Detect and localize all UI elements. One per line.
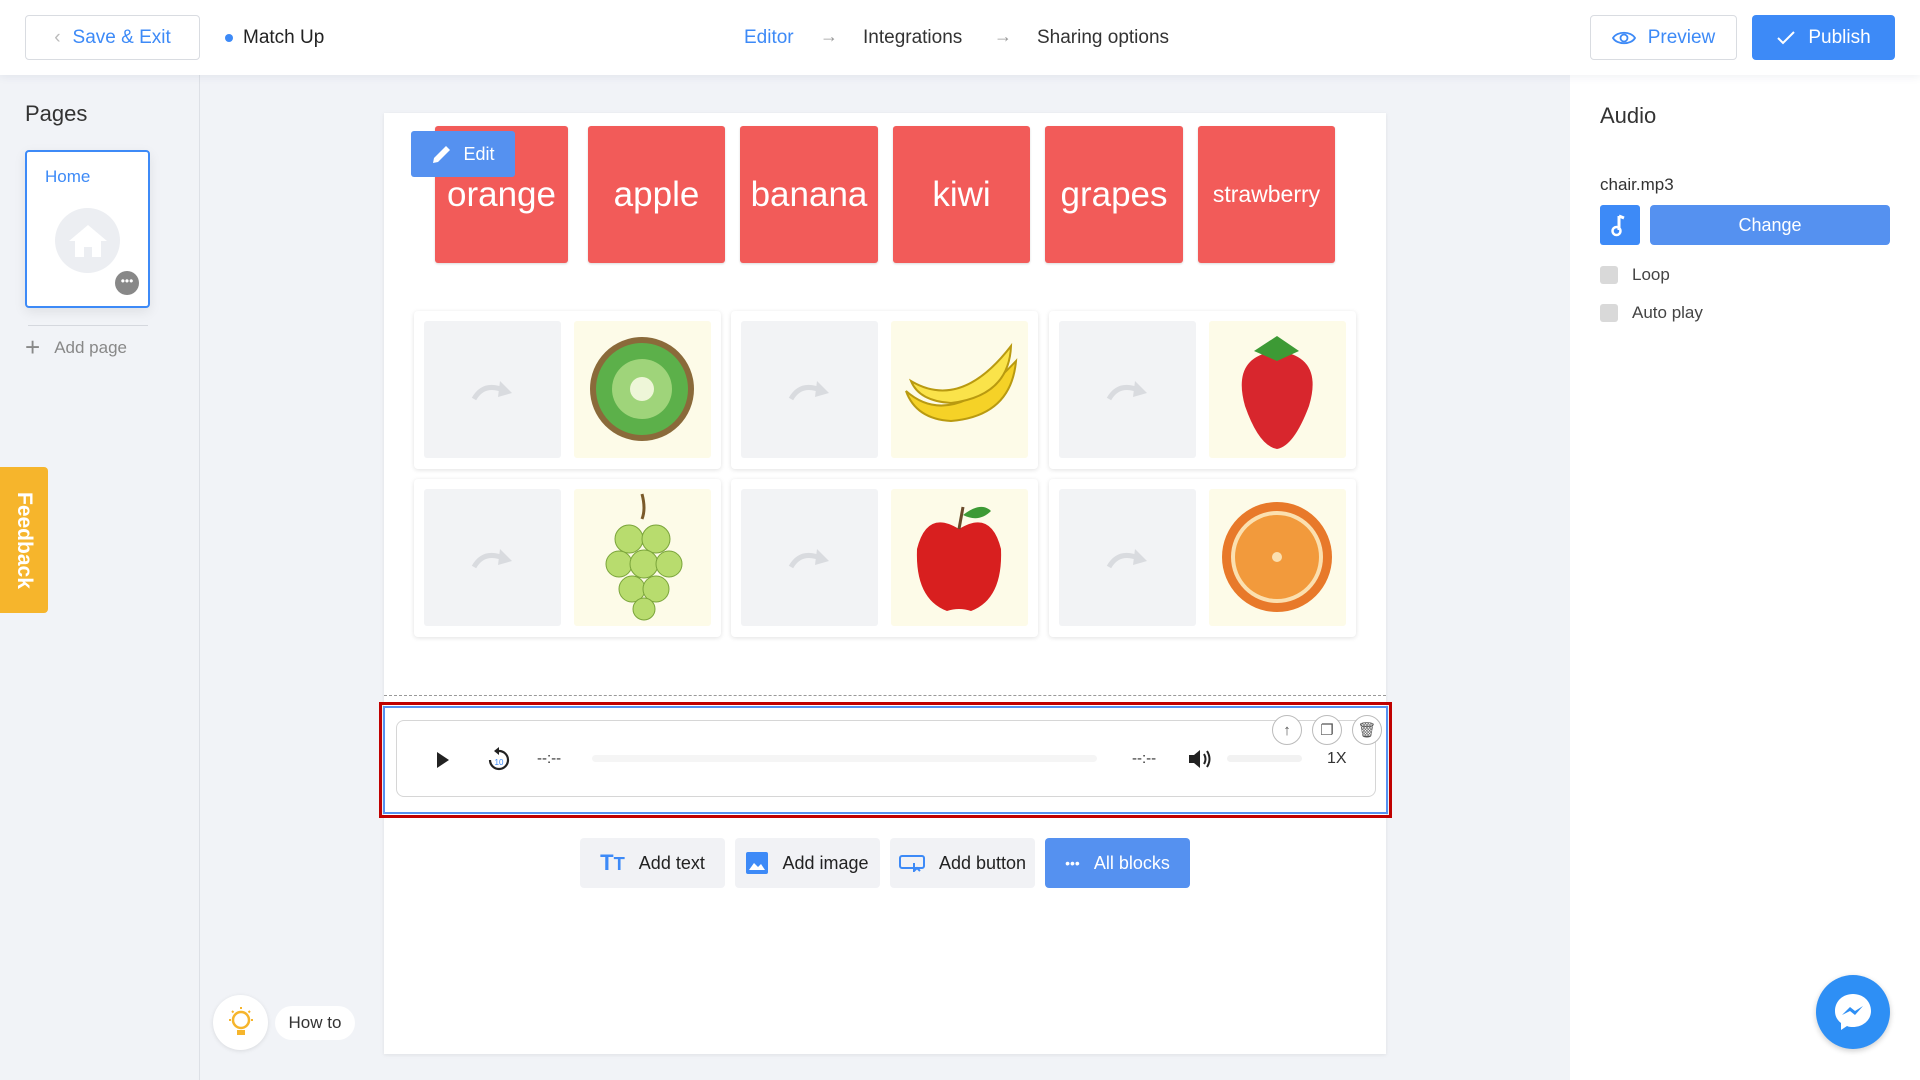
label-tile-strawberry[interactable]: strawberry — [1198, 126, 1335, 263]
volume-icon[interactable] — [1187, 747, 1213, 771]
move-up-icon[interactable]: ↑ — [1272, 715, 1302, 745]
status-dot — [225, 34, 233, 42]
lightbulb-icon[interactable] — [213, 995, 268, 1050]
add-button-button[interactable]: Add button — [890, 838, 1035, 888]
pages-title: Pages — [25, 101, 88, 126]
label-tile-apple[interactable]: apple — [588, 126, 725, 263]
eye-icon — [1611, 31, 1636, 44]
duplicate-icon[interactable]: ❐ — [1312, 715, 1342, 745]
replay-10-icon[interactable]: 10 — [487, 746, 511, 772]
arrow-right-icon: → — [994, 26, 1012, 46]
redo-arrow-icon — [788, 548, 829, 568]
all-blocks-button[interactable]: ••• All blocks — [1045, 838, 1190, 888]
step-sharing-options[interactable]: Sharing options — [1037, 27, 1169, 49]
current-time: --:-- — [537, 750, 562, 767]
button-icon — [898, 855, 925, 872]
text-icon: TT — [600, 850, 625, 875]
top-bar: ‹ Save & Exit Match Up Editor → Integrat… — [0, 0, 1920, 75]
editor-canvas: orange apple banana kiwi grapes strawberry Ed… — [379, 113, 1392, 1054]
redo-arrow-icon — [1106, 548, 1147, 568]
drop-zone[interactable] — [1059, 321, 1196, 458]
page-thumbnail-home[interactable]: Home ••• — [25, 150, 150, 308]
audio-player: 10 --:-- --:-- 1X — [396, 720, 1376, 797]
drop-zone[interactable] — [741, 321, 878, 458]
play-icon[interactable] — [435, 750, 451, 770]
drop-zone[interactable] — [424, 321, 561, 458]
page-label: Home — [45, 167, 91, 186]
svg-text:10: 10 — [495, 758, 504, 767]
match-pair-card — [1049, 479, 1356, 637]
step-integrations[interactable]: Integrations — [863, 27, 962, 49]
drop-zone[interactable] — [424, 489, 561, 626]
match-pair-card — [414, 479, 721, 637]
drop-zone[interactable] — [741, 489, 878, 626]
fruit-image-kiwi[interactable] — [574, 321, 711, 458]
audio-file-name: chair.mp3 — [1600, 175, 1674, 194]
label-tile-grapes[interactable]: grapes — [1045, 126, 1183, 263]
total-time: --:-- — [1132, 750, 1157, 767]
publish-button[interactable]: Publish — [1752, 15, 1895, 60]
add-text-button[interactable]: TT Add text — [580, 838, 725, 888]
chevron-left-icon: ‹ — [54, 26, 61, 48]
check-icon — [1777, 30, 1796, 44]
music-file-icon — [1600, 205, 1640, 245]
drop-zone[interactable] — [1059, 489, 1196, 626]
redo-arrow-icon — [1106, 380, 1147, 400]
fruit-image-orange[interactable] — [1209, 489, 1346, 626]
audio-block-selected[interactable]: 10 --:-- --:-- 1X ↑ ❐ 🗑 — [379, 702, 1392, 818]
messenger-chat-button[interactable] — [1816, 975, 1890, 1049]
redo-arrow-icon — [788, 380, 829, 400]
loop-checkbox[interactable]: Loop — [1600, 265, 1670, 285]
properties-panel: Audio chair.mp3 Change Loop Auto play — [1570, 75, 1920, 1080]
add-image-button[interactable]: Add image — [735, 838, 880, 888]
fruit-image-apple[interactable] — [891, 489, 1028, 626]
fruit-image-banana[interactable] — [891, 321, 1028, 458]
more-icon: ••• — [1065, 855, 1080, 871]
match-pair-card — [731, 311, 1038, 469]
arrow-right-icon: → — [820, 26, 838, 46]
trash-icon[interactable]: 🗑 — [1352, 715, 1382, 745]
match-pair-card — [731, 479, 1038, 637]
save-exit-button[interactable]: ‹ Save & Exit — [25, 15, 200, 60]
match-pair-card — [414, 311, 721, 469]
divider — [28, 325, 148, 326]
pencil-icon — [433, 146, 451, 163]
checkbox[interactable] — [1600, 304, 1618, 322]
image-icon — [746, 852, 769, 874]
volume-slider[interactable] — [1227, 755, 1302, 762]
fruit-image-grapes[interactable] — [574, 489, 711, 626]
step-editor[interactable]: Editor — [744, 27, 794, 49]
fruit-image-strawberry[interactable] — [1209, 321, 1346, 458]
page-more-icon[interactable]: ••• — [115, 271, 139, 295]
redo-arrow-icon — [471, 380, 512, 400]
label-tile-banana[interactable]: banana — [740, 126, 878, 263]
messenger-icon — [1835, 994, 1871, 1030]
change-audio-button[interactable]: Change — [1650, 205, 1890, 245]
home-icon — [55, 208, 120, 273]
panel-title: Audio — [1600, 103, 1657, 128]
progress-bar[interactable] — [592, 755, 1097, 762]
project-title: Match Up — [243, 27, 325, 48]
redo-arrow-icon — [471, 548, 512, 568]
plus-icon: + — [25, 332, 41, 362]
checkbox[interactable] — [1600, 266, 1618, 284]
section-divider — [384, 695, 1386, 696]
edit-button[interactable]: Edit — [411, 131, 515, 177]
how-to-button[interactable]: How to — [275, 1006, 355, 1040]
label-tile-kiwi[interactable]: kiwi — [893, 126, 1030, 263]
add-page-button[interactable]: + Add page — [25, 332, 127, 363]
speed-control[interactable]: 1X — [1327, 750, 1347, 768]
auto-play-checkbox[interactable]: Auto play — [1600, 303, 1703, 323]
feedback-tab[interactable]: Feedback — [0, 467, 48, 613]
match-pair-card — [1049, 311, 1356, 469]
preview-button[interactable]: Preview — [1590, 15, 1737, 60]
